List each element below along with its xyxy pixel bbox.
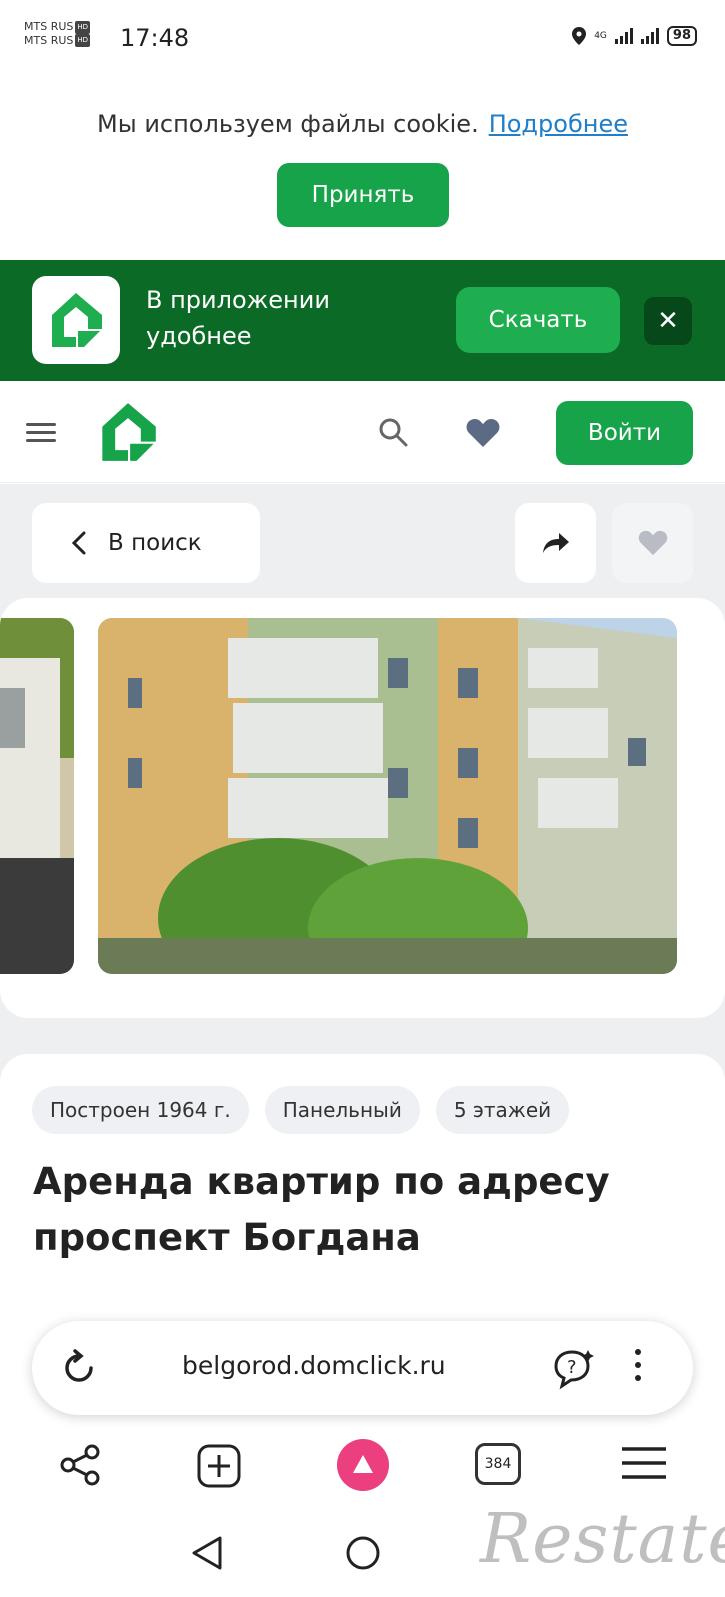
browser-toolbar: 384 [0,1433,725,1503]
login-button[interactable]: Войти [556,401,693,465]
share-arrow-icon [542,533,569,553]
heart-icon [638,530,667,556]
svg-text:?: ? [567,1357,577,1378]
cookie-banner: Мы используем файлы cookie. Подробнее При… [0,80,725,260]
battery-indicator: 98 [666,26,697,46]
domclick-logo-icon[interactable] [98,401,158,463]
alice-assistant-icon[interactable] [333,1435,393,1495]
heart-icon[interactable] [466,418,500,448]
back-to-search-button[interactable]: В поиск [32,503,260,583]
carrier-info: MTS RUS HD MTS RUS HD [24,20,91,47]
favorite-button[interactable] [612,503,693,583]
domclick-logo-icon [52,293,102,347]
url-text[interactable]: belgorod.domclick.ru [182,1351,446,1380]
search-icon[interactable] [378,417,408,447]
cookie-text: Мы используем файлы cookie. [97,110,479,138]
clock: 17:48 [120,24,190,52]
network-type: 4G [594,31,607,41]
app-promo-banner: В приложении удобнее Скачать ✕ [0,260,725,381]
listing-title: Аренда квартир по адресу проспект Богдан… [33,1160,610,1259]
hd-badge: HD [75,34,91,47]
building-photo-previous[interactable] [0,618,74,974]
watermark: Restate [480,1500,725,1579]
building-photo[interactable] [98,618,677,974]
accept-cookies-button[interactable]: Принять [277,163,449,227]
new-tab-icon[interactable] [196,1443,242,1489]
menu-icon[interactable] [26,423,56,443]
content-area: В поиск Построен 1964 г. Панельный 5 эта… [0,484,725,1354]
cookie-details-link[interactable]: Подробнее [489,110,628,138]
status-icons: 4G 98 [572,26,697,46]
more-options-icon[interactable] [635,1349,641,1388]
back-icon[interactable] [190,1535,224,1571]
status-bar: MTS RUS HD MTS RUS HD 17:48 4G 98 [0,0,725,80]
carrier-2: MTS RUS [24,33,74,47]
app-logo [32,276,120,364]
chevron-left-icon [72,531,86,555]
building-tags: Построен 1964 г. Панельный 5 этажей [32,1086,570,1134]
tag-building-type: Панельный [264,1086,420,1134]
close-banner-button[interactable]: ✕ [644,297,692,345]
tag-build-year: Построен 1964 г. [32,1086,249,1134]
cookie-message: Мы используем файлы cookie. Подробнее [0,110,725,138]
tag-floors: 5 этажей [435,1086,570,1134]
browser-chrome: belgorod.domclick.ru ? 384 Restate [0,1305,725,1597]
photo-gallery[interactable] [0,598,725,1018]
tabs-counter[interactable]: 384 [475,1443,521,1485]
hd-badge: HD [75,20,91,34]
signal-icon [614,28,633,44]
share-button[interactable] [515,503,596,583]
site-header: Войти [0,381,725,483]
signal-icon [640,28,659,44]
carrier-1: MTS RUS [24,20,74,33]
menu-icon[interactable] [620,1443,668,1483]
share-icon[interactable] [58,1443,102,1487]
back-label: В поиск [108,530,202,556]
app-promo-text: В приложении удобнее [146,286,330,350]
reload-icon[interactable] [60,1349,98,1387]
address-bar[interactable]: belgorod.domclick.ru ? [32,1321,693,1415]
assistant-chat-icon[interactable]: ? [552,1346,596,1390]
download-app-button[interactable]: Скачать [456,287,620,353]
location-icon [572,27,587,45]
home-icon[interactable] [345,1535,381,1571]
